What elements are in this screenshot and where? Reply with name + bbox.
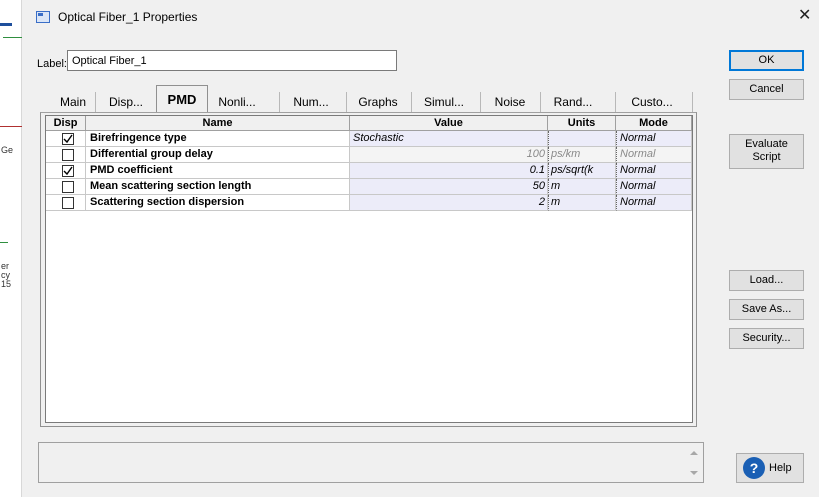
disp-checkbox[interactable]: [62, 149, 74, 161]
table-row[interactable]: Mean scattering section length 50 m Norm…: [46, 179, 692, 195]
tab-pmd[interactable]: PMD: [156, 85, 208, 114]
check-icon: [63, 134, 73, 144]
evaluate-script-label-line2: Script: [752, 151, 781, 163]
parameters-grid: Disp Name Value Units Mode Birefringence…: [45, 115, 693, 423]
column-header-units[interactable]: Units: [548, 116, 616, 131]
param-name: Birefringence type: [86, 131, 350, 147]
disp-cell: [46, 147, 86, 163]
background-window-edge: Ge er cy 15: [0, 0, 22, 497]
evaluate-script-label-line1: Evaluate: [745, 138, 788, 150]
param-name: Differential group delay: [86, 147, 350, 163]
background-text: 15: [1, 279, 12, 289]
param-name: PMD coefficient: [86, 163, 350, 179]
param-units[interactable]: m: [548, 179, 616, 195]
background-line: [0, 242, 8, 243]
scroll-up-icon[interactable]: [690, 451, 698, 455]
ok-button[interactable]: OK: [729, 50, 804, 71]
param-units[interactable]: ps/sqrt(k: [548, 163, 616, 179]
param-mode[interactable]: Normal: [616, 179, 692, 195]
param-mode[interactable]: Normal: [616, 163, 692, 179]
param-value[interactable]: 2: [350, 195, 548, 211]
grid-header: Disp Name Value Units Mode: [46, 116, 692, 131]
column-header-disp[interactable]: Disp: [46, 116, 86, 131]
window-title: Optical Fiber_1 Properties: [58, 10, 198, 24]
disp-cell: [46, 163, 86, 179]
scroll-down-icon[interactable]: [690, 471, 698, 475]
background-text: Ge: [1, 145, 14, 155]
label-input[interactable]: [67, 50, 397, 71]
param-value[interactable]: Stochastic: [350, 131, 548, 147]
param-name: Mean scattering section length: [86, 179, 350, 195]
save-as-button[interactable]: Save As...: [729, 299, 804, 320]
tab-numerical[interactable]: Num...: [280, 90, 342, 113]
help-icon: ?: [743, 457, 765, 480]
column-header-value[interactable]: Value: [350, 116, 548, 131]
tab-nonlinear[interactable]: Nonli...: [209, 90, 265, 113]
tab-graphs[interactable]: Graphs: [347, 90, 409, 113]
param-units[interactable]: m: [548, 195, 616, 211]
param-mode[interactable]: Normal: [616, 195, 692, 211]
check-icon: [63, 166, 73, 176]
param-mode[interactable]: Normal: [616, 131, 692, 147]
disp-cell: [46, 195, 86, 211]
tab-strip: Main Disp... PMD Nonli... Num... Graphs …: [49, 82, 696, 114]
help-button[interactable]: ? Help: [736, 453, 804, 483]
param-mode[interactable]: Normal: [616, 147, 692, 163]
background-line: [0, 126, 22, 127]
security-button[interactable]: Security...: [729, 328, 804, 349]
param-value[interactable]: 50: [350, 179, 548, 195]
disp-checkbox[interactable]: [62, 165, 74, 177]
param-units[interactable]: ps/km: [548, 147, 616, 163]
param-units[interactable]: [548, 131, 616, 147]
cancel-button[interactable]: Cancel: [729, 79, 804, 100]
tab-noise[interactable]: Noise: [481, 90, 539, 113]
tab-content-panel: Disp Name Value Units Mode Birefringence…: [40, 112, 697, 427]
description-box: [38, 442, 704, 483]
disp-cell: [46, 179, 86, 195]
param-name: Scattering section dispersion: [86, 195, 350, 211]
tab-simulation[interactable]: Simul...: [412, 90, 476, 113]
tab-custom[interactable]: Custo...: [616, 90, 688, 113]
description-scrollbar[interactable]: [686, 443, 703, 482]
label-caption: Label:: [37, 58, 67, 70]
tab-dispersion[interactable]: Disp...: [96, 90, 156, 113]
tab-main[interactable]: Main: [51, 90, 95, 113]
background-line: [3, 37, 22, 38]
background-line: [0, 23, 12, 26]
table-row[interactable]: PMD coefficient 0.1 ps/sqrt(k Normal: [46, 163, 692, 179]
table-row[interactable]: Scattering section dispersion 2 m Normal: [46, 195, 692, 211]
param-value[interactable]: 0.1: [350, 163, 548, 179]
disp-cell: [46, 131, 86, 147]
table-row[interactable]: Differential group delay 100 ps/km Norma…: [46, 147, 692, 163]
param-value[interactable]: 100: [350, 147, 548, 163]
table-row[interactable]: Birefringence type Stochastic Normal: [46, 131, 692, 147]
load-button[interactable]: Load...: [729, 270, 804, 291]
close-icon[interactable]: ✕: [798, 8, 811, 24]
evaluate-script-button[interactable]: Evaluate Script: [729, 134, 804, 169]
tab-separator: [692, 92, 693, 112]
column-header-name[interactable]: Name: [86, 116, 350, 131]
disp-checkbox[interactable]: [62, 133, 74, 145]
window-app-icon: [36, 11, 50, 23]
help-button-label: Help: [769, 462, 792, 474]
tab-random[interactable]: Rand...: [541, 90, 605, 113]
column-header-mode[interactable]: Mode: [616, 116, 692, 131]
disp-checkbox[interactable]: [62, 197, 74, 209]
disp-checkbox[interactable]: [62, 181, 74, 193]
